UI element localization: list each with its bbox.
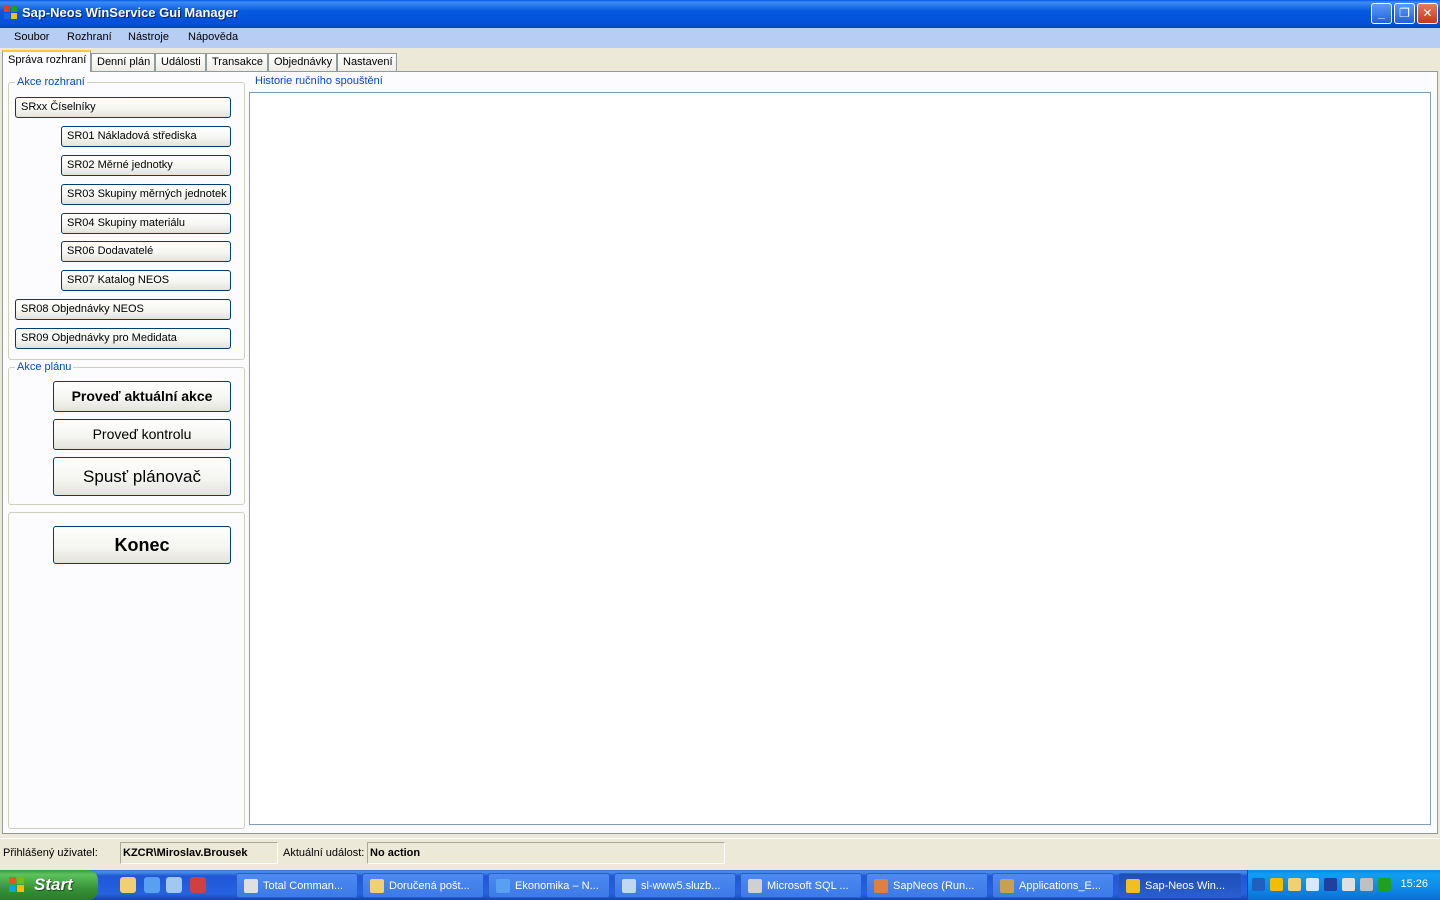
status-event-value: No action bbox=[367, 842, 725, 864]
task-total-commander[interactable]: Total Comman... bbox=[236, 873, 358, 898]
tab-strip: Správa rozhraní Denní plán Události Tran… bbox=[0, 50, 1440, 72]
menu-rozhrani[interactable]: Rozhraní bbox=[67, 31, 112, 43]
remote-desktop-icon bbox=[622, 879, 636, 893]
group-exit: Konec bbox=[8, 512, 245, 829]
tray-network-icon[interactable] bbox=[1324, 878, 1337, 891]
tray-envelope-icon[interactable] bbox=[1360, 878, 1373, 891]
task-applications[interactable]: Applications_E... bbox=[992, 873, 1114, 898]
tray-app-icon[interactable] bbox=[1378, 878, 1391, 891]
status-event-label: Aktuální událost: bbox=[283, 847, 365, 859]
task-label: Total Comman... bbox=[263, 880, 344, 892]
ie-icon bbox=[496, 879, 510, 893]
tab-denni-plan[interactable]: Denní plán bbox=[91, 53, 155, 72]
group-plan-actions: Akce plánu Proveď aktuální akce Proveď k… bbox=[8, 361, 245, 505]
button-sr09[interactable]: SR09 Objednávky pro Medidata bbox=[15, 328, 231, 349]
tray-mail-icon[interactable] bbox=[1288, 878, 1301, 891]
run-current-actions-button[interactable]: Proveď aktuální akce bbox=[53, 381, 231, 412]
button-sr04[interactable]: SR04 Skupiny materiálu bbox=[61, 213, 231, 234]
status-user-value: KZCR\Miroslav.Brousek bbox=[120, 842, 278, 864]
menu-bar: Soubor Rozhraní Nástroje Nápověda bbox=[0, 28, 1440, 48]
task-sapneos-run[interactable]: SapNeos (Run... bbox=[866, 873, 988, 898]
outlook-icon bbox=[370, 879, 384, 893]
taskbar: Start Total Comman... Doručená pošt... E… bbox=[0, 870, 1440, 900]
task-sap-neos-winservice[interactable]: Sap-Neos Win... bbox=[1118, 873, 1242, 898]
window-title: Sap-Neos WinService Gui Manager bbox=[22, 5, 238, 20]
app-icon bbox=[1126, 879, 1140, 893]
menu-nastroje[interactable]: Nástroje bbox=[128, 31, 169, 43]
button-sr06[interactable]: SR06 Dodavatelé bbox=[61, 241, 231, 262]
status-user-label: Přihlášený uživatel: bbox=[3, 847, 98, 859]
close-button[interactable]: ✕ bbox=[1417, 3, 1438, 24]
button-sr01[interactable]: SR01 Nákladová střediska bbox=[61, 126, 231, 147]
start-scheduler-button[interactable]: Spusť plánovač bbox=[53, 457, 231, 496]
ie-quicklaunch-icon[interactable] bbox=[144, 877, 160, 893]
menu-soubor[interactable]: Soubor bbox=[14, 31, 49, 43]
tab-transakce[interactable]: Transakce bbox=[206, 53, 268, 72]
run-check-button[interactable]: Proveď kontrolu bbox=[53, 419, 231, 450]
task-label: Ekonomika – N... bbox=[515, 880, 599, 892]
windows-logo-icon bbox=[9, 877, 26, 894]
button-sr07[interactable]: SR07 Katalog NEOS bbox=[61, 270, 231, 291]
history-list[interactable] bbox=[249, 92, 1431, 825]
task-label: SapNeos (Run... bbox=[893, 880, 975, 892]
task-inbox[interactable]: Doručená pošt... bbox=[362, 873, 484, 898]
tab-page-sprava-rozhrani: Akce rozhraní SRxx Číselníky SR01 Náklad… bbox=[2, 71, 1438, 834]
applications-icon bbox=[1000, 879, 1014, 893]
tab-sprava-rozhrani[interactable]: Správa rozhraní bbox=[2, 50, 91, 72]
task-label: Sap-Neos Win... bbox=[1145, 880, 1226, 892]
tray-arrow-icon[interactable] bbox=[1252, 878, 1265, 891]
status-bar: Přihlášený uživatel: KZCR\Miroslav.Brous… bbox=[0, 838, 1440, 866]
menu-napoveda[interactable]: Nápověda bbox=[188, 31, 238, 43]
window-titlebar[interactable]: Sap-Neos WinService Gui Manager _ ❐ ✕ bbox=[0, 0, 1440, 28]
tab-nastaveni[interactable]: Nastavení bbox=[337, 53, 397, 72]
tab-objednavky[interactable]: Objednávky bbox=[268, 53, 337, 72]
total-commander-icon bbox=[244, 879, 258, 893]
tray-search-icon[interactable] bbox=[1306, 878, 1319, 891]
restore-button[interactable]: ❐ bbox=[1394, 3, 1415, 24]
taskbar-clock[interactable]: 15:26 bbox=[1400, 878, 1428, 890]
outlook-quicklaunch-icon[interactable] bbox=[120, 877, 136, 893]
sapneos-icon bbox=[874, 879, 888, 893]
group-legend-history: Historie ručního spouštění bbox=[253, 75, 385, 87]
group-interface-actions: Akce rozhraní SRxx Číselníky SR01 Náklad… bbox=[8, 76, 245, 360]
button-sr08[interactable]: SR08 Objednávky NEOS bbox=[15, 299, 231, 320]
group-legend-plan-actions: Akce plánu bbox=[15, 361, 74, 373]
task-sql-server[interactable]: Microsoft SQL ... bbox=[740, 873, 862, 898]
start-button[interactable]: Start bbox=[0, 870, 98, 900]
task-label: Microsoft SQL ... bbox=[767, 880, 849, 892]
group-legend-interface-actions: Akce rozhraní bbox=[15, 76, 87, 88]
exit-button[interactable]: Konec bbox=[53, 526, 231, 564]
task-remote-desktop[interactable]: sl-www5.sluzb... bbox=[614, 873, 736, 898]
tray-grid-icon[interactable] bbox=[1342, 878, 1355, 891]
system-tray: 15:26 bbox=[1247, 870, 1440, 900]
button-sr03[interactable]: SR03 Skupiny měrných jednotek bbox=[61, 184, 231, 205]
start-label: Start bbox=[34, 875, 73, 894]
app-quicklaunch-icon[interactable] bbox=[190, 877, 206, 893]
tray-shield-icon[interactable] bbox=[1270, 878, 1283, 891]
minimize-button[interactable]: _ bbox=[1371, 3, 1392, 24]
task-label: Doručená pošt... bbox=[389, 880, 470, 892]
tab-udalosti[interactable]: Události bbox=[155, 53, 206, 72]
button-sr02[interactable]: SR02 Měrné jednotky bbox=[61, 155, 231, 176]
task-ekonomika[interactable]: Ekonomika – N... bbox=[488, 873, 610, 898]
desktop-quicklaunch-icon[interactable] bbox=[166, 877, 182, 893]
task-label: sl-www5.sluzb... bbox=[641, 880, 721, 892]
task-label: Applications_E... bbox=[1019, 880, 1101, 892]
button-srxx-ciselniky[interactable]: SRxx Číselníky bbox=[15, 97, 231, 118]
app-icon bbox=[4, 6, 18, 20]
sql-server-icon bbox=[748, 879, 762, 893]
